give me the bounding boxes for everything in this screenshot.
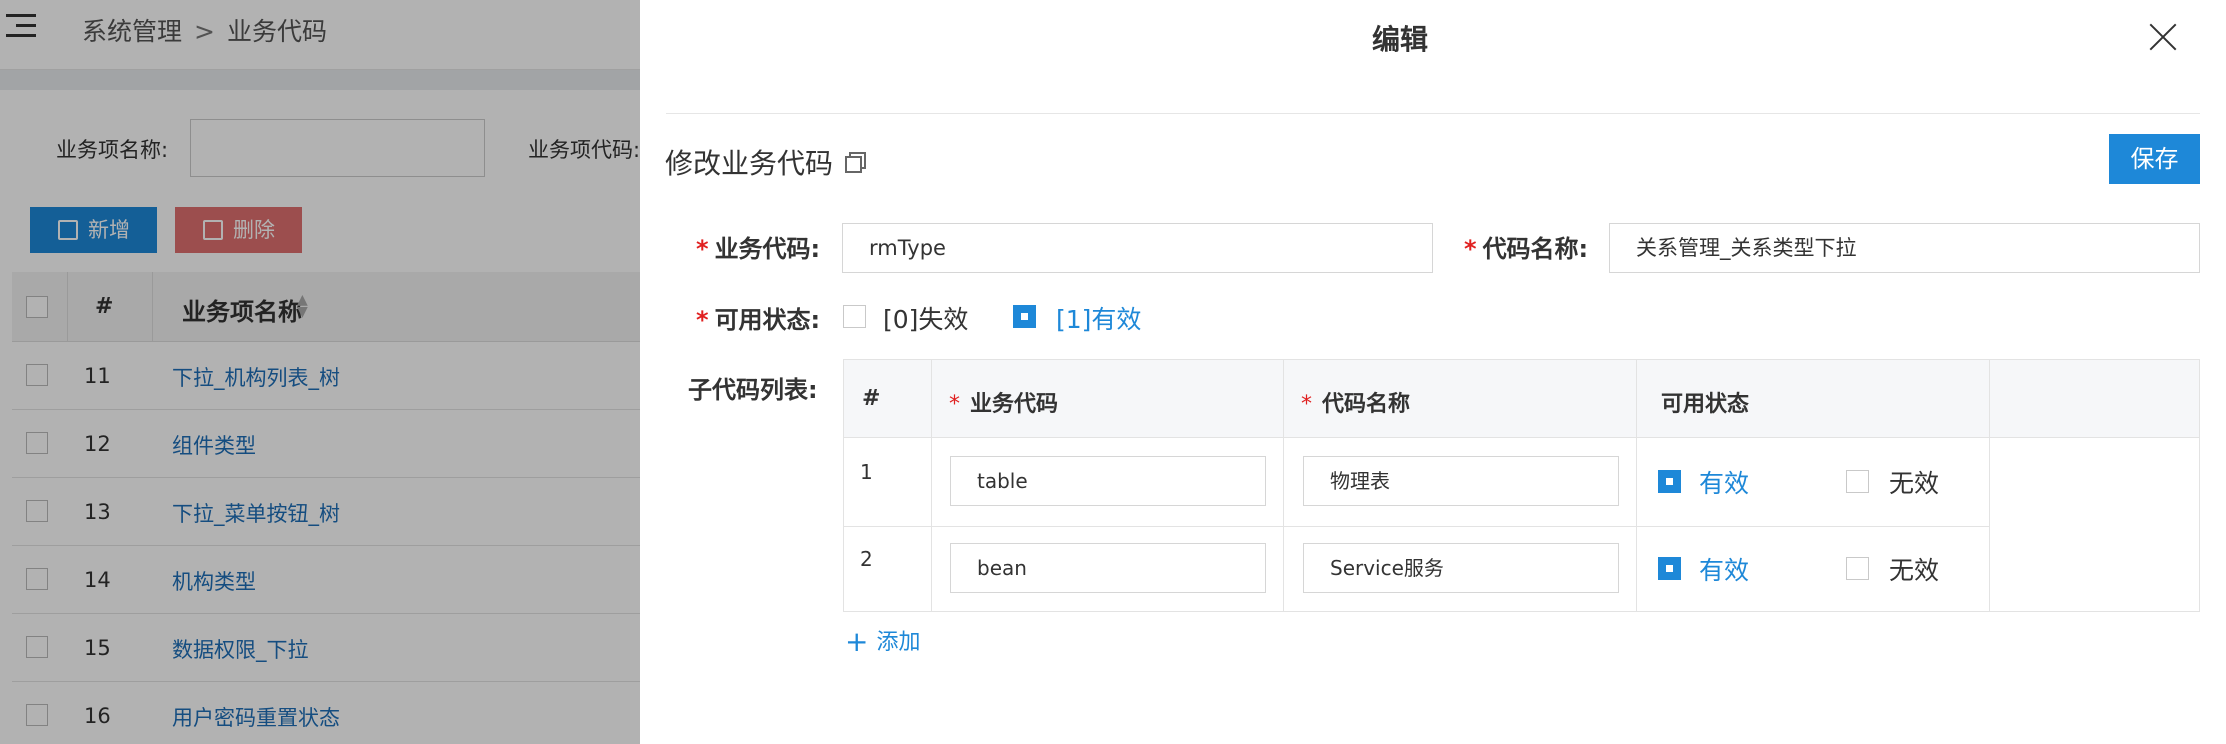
status-valid-checkbox[interactable] bbox=[1013, 305, 1036, 328]
modal-backdrop[interactable] bbox=[0, 0, 640, 744]
sub-row-name-input[interactable]: Service服务 bbox=[1303, 543, 1619, 593]
status-invalid-label[interactable]: [0]失效 bbox=[883, 300, 968, 336]
sub-code-table: # * 业务代码 * 代码名称 可用状态 1 table 物理表 有效 无效 2 b… bbox=[843, 359, 2200, 612]
sub-table-header: # * 业务代码 * 代码名称 可用状态 bbox=[844, 360, 2199, 438]
section-title: 修改业务代码 bbox=[665, 147, 834, 180]
sub-col-num: # bbox=[862, 386, 881, 411]
save-button[interactable]: 保存 bbox=[2109, 134, 2200, 184]
edit-drawer: 编辑 修改业务代码 保存 * 业务代码: rmType * 代码名称: 关系管理_关… bbox=[640, 0, 2226, 744]
sub-list-label: 子代码列表: bbox=[688, 376, 818, 404]
add-sub-code-link[interactable]: + 添加 bbox=[845, 624, 920, 658]
sub-col-code: * 业务代码 bbox=[949, 392, 1059, 417]
code-input[interactable]: rmType bbox=[842, 223, 1433, 273]
sub-row-valid-checkbox[interactable] bbox=[1658, 470, 1681, 493]
sub-row-valid-label[interactable]: 有效 bbox=[1699, 464, 1749, 500]
status-invalid-checkbox[interactable] bbox=[843, 305, 866, 328]
sub-row-num: 1 bbox=[860, 460, 873, 484]
sub-row-invalid-checkbox[interactable] bbox=[1846, 557, 1869, 580]
close-icon[interactable] bbox=[2146, 20, 2180, 54]
status-valid-label[interactable]: [1]有效 bbox=[1056, 300, 1141, 336]
name-input[interactable]: 关系管理_关系类型下拉 bbox=[1609, 223, 2200, 273]
copy-icon[interactable] bbox=[845, 152, 866, 173]
code-field-label: * 业务代码: bbox=[696, 235, 821, 263]
sub-row-name-input[interactable]: 物理表 bbox=[1303, 456, 1619, 506]
sub-row-code-input[interactable]: table bbox=[950, 456, 1266, 506]
sub-col-status: 可用状态 bbox=[1661, 392, 1750, 417]
sub-row-invalid-checkbox[interactable] bbox=[1846, 470, 1869, 493]
sub-row-invalid-label[interactable]: 无效 bbox=[1889, 551, 1939, 587]
divider bbox=[666, 113, 2200, 114]
sub-col-name: * 代码名称 bbox=[1301, 392, 1411, 417]
name-field-label: * 代码名称: bbox=[1464, 235, 1589, 263]
sub-row-num: 2 bbox=[860, 547, 873, 571]
sub-row-valid-label[interactable]: 有效 bbox=[1699, 551, 1749, 587]
status-field-label: * 可用状态: bbox=[696, 306, 821, 334]
sub-row-invalid-label[interactable]: 无效 bbox=[1889, 464, 1939, 500]
sub-row-valid-checkbox[interactable] bbox=[1658, 557, 1681, 580]
sub-row-code-input[interactable]: bean bbox=[950, 543, 1266, 593]
drawer-title: 编辑 bbox=[1371, 23, 1428, 56]
plus-icon: + bbox=[845, 625, 869, 658]
